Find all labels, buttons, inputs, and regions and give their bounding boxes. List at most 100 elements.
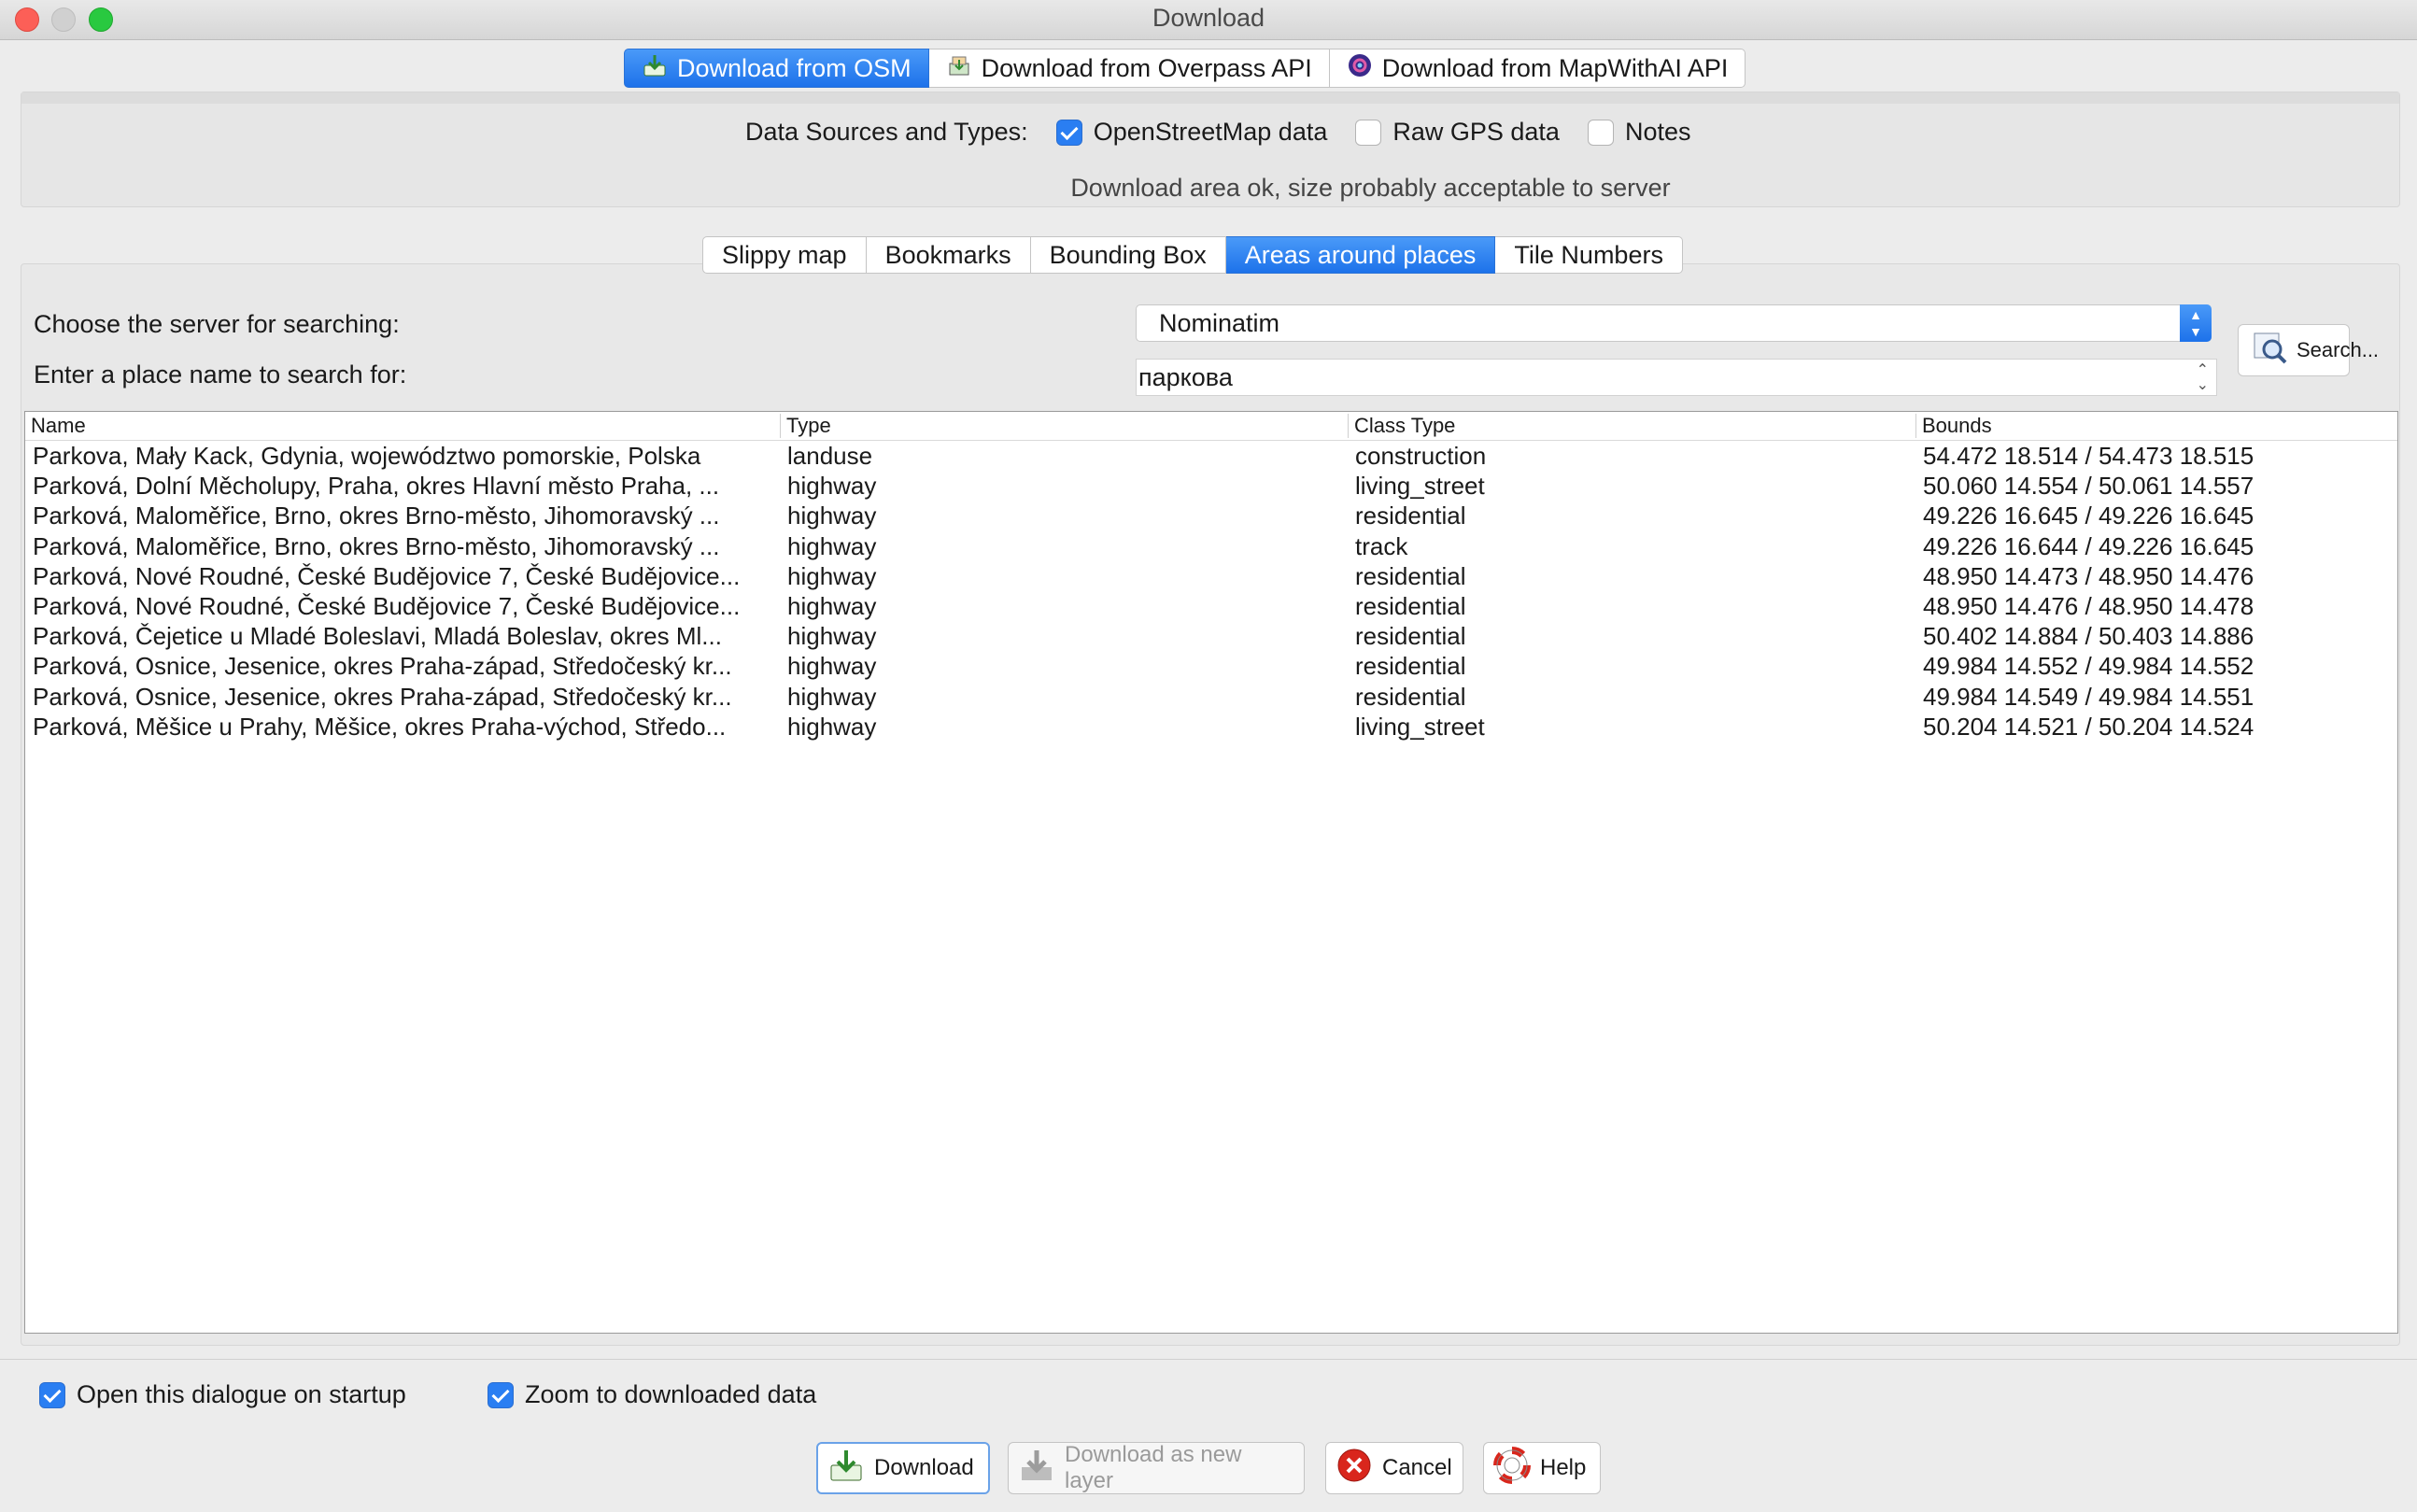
place-value: паркова xyxy=(1138,362,1233,391)
place-search-input[interactable]: паркова ⌃ ⌄ xyxy=(1136,359,2217,396)
column-header-name[interactable]: Name xyxy=(25,414,785,438)
tab-label: Download from Overpass API xyxy=(981,53,1312,82)
checkbox-checked-icon xyxy=(488,1381,514,1408)
results-table[interactable]: Name Type Class Type Bounds Parkova, Mał… xyxy=(24,411,2398,1334)
cancel-icon xyxy=(1336,1447,1373,1491)
download-area-status: Download area ok, size probably acceptab… xyxy=(1070,174,1671,202)
cell-bounds: 50.060 14.554 / 50.061 14.557 xyxy=(1923,472,2254,501)
gps-data-checkbox[interactable]: Raw GPS data xyxy=(1355,118,1560,147)
cell-name: Parková, Maloměřice, Brno, okres Brno-mě… xyxy=(33,531,720,560)
cell-name: Parková, Nové Roudné, České Budějovice 7… xyxy=(33,592,741,620)
server-label: Choose the server for searching: xyxy=(34,310,400,338)
download-label: Download xyxy=(874,1455,974,1480)
cancel-label: Cancel xyxy=(1382,1455,1452,1480)
cell-name: Parková, Osnice, Jesenice, okres Praha-z… xyxy=(33,652,732,681)
search-button[interactable]: Search... xyxy=(2238,324,2379,376)
tab-bounding-box[interactable]: Bounding Box xyxy=(1030,236,1226,274)
help-lifebuoy-icon xyxy=(1493,1446,1531,1491)
cell-name: Parková, Dolní Měcholupy, Praha, okres H… xyxy=(33,472,720,501)
cell-bounds: 49.984 14.552 / 49.984 14.552 xyxy=(1923,652,2254,681)
column-header-type[interactable]: Type xyxy=(780,414,1354,438)
cell-type: landuse xyxy=(787,442,873,470)
cell-class-type: living_street xyxy=(1355,472,1485,501)
cell-type: highway xyxy=(787,592,877,620)
gps-data-label: Raw GPS data xyxy=(1392,118,1560,146)
cell-class-type: living_street xyxy=(1355,712,1485,741)
download-as-new-layer-button[interactable]: Download as new layer xyxy=(1008,1442,1305,1494)
cell-bounds: 50.204 14.521 / 50.204 14.524 xyxy=(1923,712,2254,741)
server-value: Nominatim xyxy=(1159,308,1280,337)
tab-download-from-mapwithai[interactable]: Download from MapWithAI API xyxy=(1329,49,1746,88)
table-row[interactable]: Parková, Maloměřice, Brno, okres Brno-mě… xyxy=(25,502,2397,531)
download-icon xyxy=(642,52,668,85)
cell-bounds: 54.472 18.514 / 54.473 18.515 xyxy=(1923,442,2254,470)
download-icon xyxy=(827,1447,865,1491)
open-on-startup-checkbox[interactable]: Open this dialogue on startup xyxy=(39,1380,406,1409)
data-sources-label: Data Sources and Types: xyxy=(745,118,1028,146)
table-row[interactable]: Parková, Měšice u Prahy, Měšice, okres P… xyxy=(25,713,2397,742)
search-label: Search... xyxy=(2297,338,2380,361)
cell-name: Parková, Měšice u Prahy, Měšice, okres P… xyxy=(33,712,727,741)
cell-class-type: construction xyxy=(1355,442,1487,470)
download-button[interactable]: Download xyxy=(816,1442,990,1494)
tab-bookmarks[interactable]: Bookmarks xyxy=(866,236,1031,274)
table-row[interactable]: Parková, Osnice, Jesenice, okres Praha-z… xyxy=(25,652,2397,682)
place-label: Enter a place name to search for: xyxy=(34,360,407,389)
server-select[interactable]: Nominatim ▲ ▼ xyxy=(1136,304,2212,342)
cell-name: Parková, Nové Roudné, České Budějovice 7… xyxy=(33,561,741,590)
tab-download-from-osm[interactable]: Download from OSM xyxy=(624,49,929,88)
cell-class-type: residential xyxy=(1355,682,1466,711)
search-icon xyxy=(2252,329,2289,372)
column-header-class-type[interactable]: Class Type xyxy=(1348,414,1922,438)
tab-areas-around-places[interactable]: Areas around places xyxy=(1225,236,1496,274)
checkbox-checked-icon xyxy=(39,1381,65,1408)
tab-tile-numbers[interactable]: Tile Numbers xyxy=(1495,236,1683,274)
download-as-new-layer-label: Download as new layer xyxy=(1065,1442,1242,1493)
cell-bounds: 48.950 14.476 / 48.950 14.478 xyxy=(1923,592,2254,620)
panel-header xyxy=(21,92,2399,104)
help-button[interactable]: Help xyxy=(1483,1442,1601,1494)
cell-type: highway xyxy=(787,712,877,741)
table-row[interactable]: Parková, Osnice, Jesenice, okres Praha-z… xyxy=(25,683,2397,713)
window-title: Download xyxy=(1152,4,1265,32)
osm-data-label: OpenStreetMap data xyxy=(1093,118,1328,146)
cell-class-type: residential xyxy=(1355,561,1466,590)
checkbox-unchecked-icon xyxy=(1587,119,1614,146)
table-row[interactable]: Parková, Dolní Měcholupy, Praha, okres H… xyxy=(25,472,2397,502)
download-new-layer-icon xyxy=(1018,1447,1055,1491)
table-row[interactable]: Parková, Maloměřice, Brno, okres Brno-mě… xyxy=(25,532,2397,562)
column-header-bounds[interactable]: Bounds xyxy=(1915,414,2396,438)
open-on-startup-label: Open this dialogue on startup xyxy=(77,1380,406,1408)
cell-bounds: 49.984 14.549 / 49.984 14.551 xyxy=(1923,682,2254,711)
cell-type: highway xyxy=(787,561,877,590)
cell-type: highway xyxy=(787,472,877,501)
cell-bounds: 48.950 14.473 / 48.950 14.476 xyxy=(1923,561,2254,590)
cell-type: highway xyxy=(787,531,877,560)
cell-name: Parkova, Mały Kack, Gdynia, województwo … xyxy=(33,442,701,470)
cell-class-type: residential xyxy=(1355,502,1466,530)
tab-download-from-overpass[interactable]: Download from Overpass API xyxy=(928,49,1330,88)
title-bar: Download xyxy=(0,0,2417,40)
zoom-to-data-label: Zoom to downloaded data xyxy=(525,1380,817,1408)
table-row[interactable]: Parková, Nové Roudné, České Budějovice 7… xyxy=(25,562,2397,592)
table-row[interactable]: Parková, Čejetice u Mladé Boleslavi, Mla… xyxy=(25,622,2397,652)
history-stepper-icon[interactable]: ⌃ ⌄ xyxy=(2197,363,2209,393)
data-sources-row: Data Sources and Types: OpenStreetMap da… xyxy=(745,118,1691,147)
tab-slippy-map[interactable]: Slippy map xyxy=(702,236,867,274)
checkbox-checked-icon xyxy=(1055,119,1082,146)
cell-class-type: residential xyxy=(1355,622,1466,651)
osm-data-checkbox[interactable]: OpenStreetMap data xyxy=(1055,118,1328,147)
cell-type: highway xyxy=(787,652,877,681)
notes-checkbox[interactable]: Notes xyxy=(1587,118,1691,147)
cell-type: highway xyxy=(787,502,877,530)
zoom-to-data-checkbox[interactable]: Zoom to downloaded data xyxy=(488,1380,816,1409)
help-label: Help xyxy=(1540,1455,1587,1480)
table-row[interactable]: Parková, Nové Roudné, České Budějovice 7… xyxy=(25,592,2397,622)
cancel-button[interactable]: Cancel xyxy=(1325,1442,1463,1494)
cell-class-type: track xyxy=(1355,531,1408,560)
tab-label: Download from MapWithAI API xyxy=(1381,53,1729,82)
chevron-updown-icon: ▲ ▼ xyxy=(2180,304,2212,342)
table-row[interactable]: Parkova, Mały Kack, Gdynia, województwo … xyxy=(25,442,2397,472)
cell-bounds: 49.226 16.644 / 49.226 16.645 xyxy=(1923,531,2254,560)
source-tabs: Download from OSM Download from Overpass… xyxy=(624,49,1746,88)
